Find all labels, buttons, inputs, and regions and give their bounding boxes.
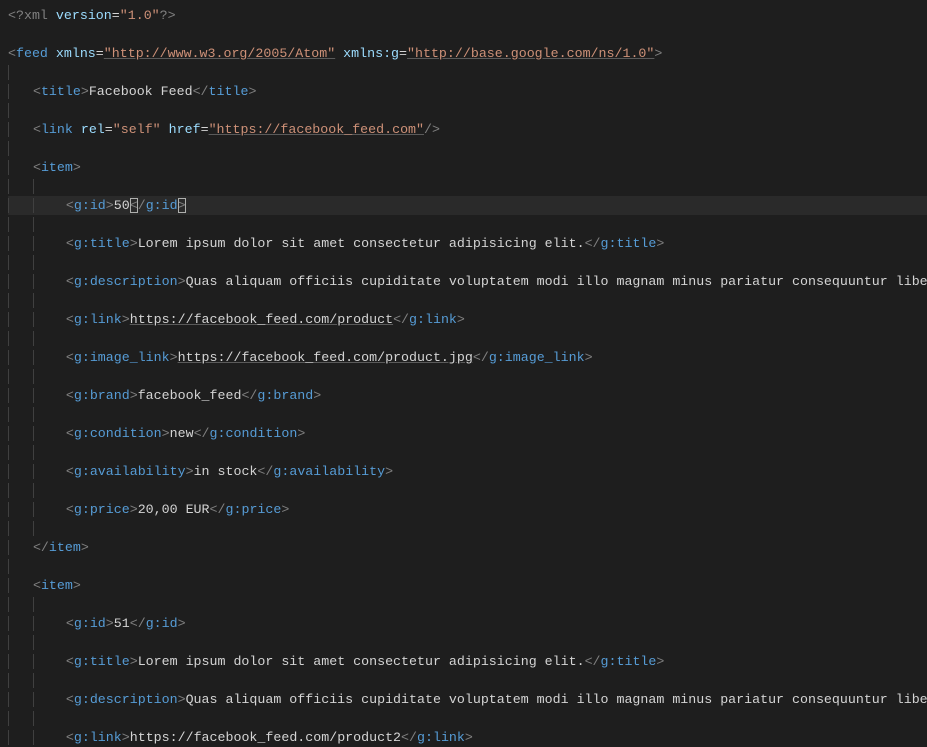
tag-item: item bbox=[41, 578, 73, 593]
g-desc-val: Quas aliquam officiis cupiditate volupta… bbox=[186, 692, 927, 707]
blank-line[interactable] bbox=[8, 671, 927, 690]
tag-g-condition: g:condition bbox=[74, 426, 162, 441]
blank-line[interactable] bbox=[8, 215, 927, 234]
blank-line[interactable] bbox=[8, 253, 927, 272]
tag-feed: feed bbox=[16, 46, 48, 61]
title-text: Facebook Feed bbox=[89, 84, 193, 99]
code-line[interactable]: <g:title>Lorem ipsum dolor sit amet cons… bbox=[8, 652, 927, 671]
tag-title: title bbox=[41, 84, 81, 99]
blank-line[interactable] bbox=[8, 633, 927, 652]
attr-rel: rel bbox=[81, 122, 105, 137]
tag-g-brand: g:brand bbox=[74, 388, 130, 403]
g-link-val: https://facebook_feed.com/product2 bbox=[130, 730, 401, 745]
blank-line[interactable] bbox=[8, 443, 927, 462]
tag-g-link: g:link bbox=[74, 312, 122, 327]
tag-g-link: g:link bbox=[74, 730, 122, 745]
code-line[interactable]: <title>Facebook Feed</title> bbox=[8, 82, 927, 101]
xmlns-g-val: "http://base.google.com/ns/1.0" bbox=[407, 46, 654, 61]
blank-line[interactable] bbox=[8, 329, 927, 348]
blank-line[interactable] bbox=[8, 101, 927, 120]
code-line-active[interactable]: <g:id>50</g:id> bbox=[8, 196, 927, 215]
rel-val: "self" bbox=[113, 122, 161, 137]
g-id-val: 51 bbox=[114, 616, 130, 631]
code-line[interactable]: <g:price>20,00 EUR</g:price> bbox=[8, 500, 927, 519]
g-desc-val: Quas aliquam officiis cupiditate volupta… bbox=[186, 274, 927, 289]
xml-decl-close: ?> bbox=[160, 8, 176, 23]
code-line[interactable]: <g:link>https://facebook_feed.com/produc… bbox=[8, 728, 927, 747]
code-line[interactable]: <item> bbox=[8, 158, 927, 177]
attr-xmlns-g: xmlns:g bbox=[343, 46, 399, 61]
code-line[interactable]: <g:image_link>https://facebook_feed.com/… bbox=[8, 348, 927, 367]
code-line[interactable]: <?xml version="1.0"?> bbox=[8, 6, 927, 25]
xml-decl-name: xml bbox=[24, 8, 48, 23]
xml-decl-open: <? bbox=[8, 8, 24, 23]
tag-g-availability: g:availability bbox=[74, 464, 186, 479]
code-editor[interactable]: <?xml version="1.0"?> <feed xmlns="http:… bbox=[8, 6, 927, 747]
href-val: "https://facebook_feed.com" bbox=[209, 122, 424, 137]
g-title-val: Lorem ipsum dolor sit amet consectetur a… bbox=[138, 654, 585, 669]
code-line[interactable]: <item> bbox=[8, 576, 927, 595]
blank-line[interactable] bbox=[8, 557, 927, 576]
g-title-val: Lorem ipsum dolor sit amet consectetur a… bbox=[138, 236, 585, 251]
blank-line[interactable] bbox=[8, 25, 927, 44]
g-brand-val: facebook_feed bbox=[138, 388, 242, 403]
tag-g-price: g:price bbox=[74, 502, 130, 517]
blank-line[interactable] bbox=[8, 481, 927, 500]
tag-link: link bbox=[41, 122, 73, 137]
blank-line[interactable] bbox=[8, 139, 927, 158]
blank-line[interactable] bbox=[8, 519, 927, 538]
code-line[interactable]: <g:description>Quas aliquam officiis cup… bbox=[8, 690, 927, 709]
code-line[interactable]: <g:link>https://facebook_feed.com/produc… bbox=[8, 310, 927, 329]
code-line[interactable]: <g:availability>in stock</g:availability… bbox=[8, 462, 927, 481]
g-availability-val: in stock bbox=[194, 464, 258, 479]
blank-line[interactable] bbox=[8, 367, 927, 386]
tag-item-close: item bbox=[49, 540, 81, 555]
blank-line[interactable] bbox=[8, 63, 927, 82]
tag-g-image-link: g:image_link bbox=[74, 350, 170, 365]
g-image-link-val: https://facebook_feed.com/product.jpg bbox=[178, 350, 473, 365]
g-condition-val: new bbox=[170, 426, 194, 441]
g-link-val: https://facebook_feed.com/product bbox=[130, 312, 393, 327]
code-line[interactable]: <g:brand>facebook_feed</g:brand> bbox=[8, 386, 927, 405]
tag-g-title: g:title bbox=[74, 654, 130, 669]
blank-line[interactable] bbox=[8, 291, 927, 310]
code-line[interactable]: <g:id>51</g:id> bbox=[8, 614, 927, 633]
attr-version-val: "1.0" bbox=[120, 8, 160, 23]
attr-version: version bbox=[56, 8, 112, 23]
tag-item: item bbox=[41, 160, 73, 175]
code-line[interactable]: <feed xmlns="http://www.w3.org/2005/Atom… bbox=[8, 44, 927, 63]
g-id-val: 50 bbox=[114, 198, 130, 213]
blank-line[interactable] bbox=[8, 709, 927, 728]
blank-line[interactable] bbox=[8, 177, 927, 196]
code-line[interactable]: </item> bbox=[8, 538, 927, 557]
tag-g-id: g:id bbox=[74, 198, 106, 213]
blank-line[interactable] bbox=[8, 405, 927, 424]
code-line[interactable]: <link rel="self" href="https://facebook_… bbox=[8, 120, 927, 139]
attr-xmlns: xmlns bbox=[56, 46, 96, 61]
code-line[interactable]: <g:title>Lorem ipsum dolor sit amet cons… bbox=[8, 234, 927, 253]
tag-g-title: g:title bbox=[74, 236, 130, 251]
xmlns-val: "http://www.w3.org/2005/Atom" bbox=[104, 46, 335, 61]
g-price-val: 20,00 EUR bbox=[138, 502, 210, 517]
tag-g-description: g:description bbox=[74, 692, 178, 707]
tag-g-description: g:description bbox=[74, 274, 178, 289]
code-line[interactable]: <g:description>Quas aliquam officiis cup… bbox=[8, 272, 927, 291]
attr-href: href bbox=[169, 122, 201, 137]
tag-g-id: g:id bbox=[74, 616, 106, 631]
blank-line[interactable] bbox=[8, 595, 927, 614]
code-line[interactable]: <g:condition>new</g:condition> bbox=[8, 424, 927, 443]
